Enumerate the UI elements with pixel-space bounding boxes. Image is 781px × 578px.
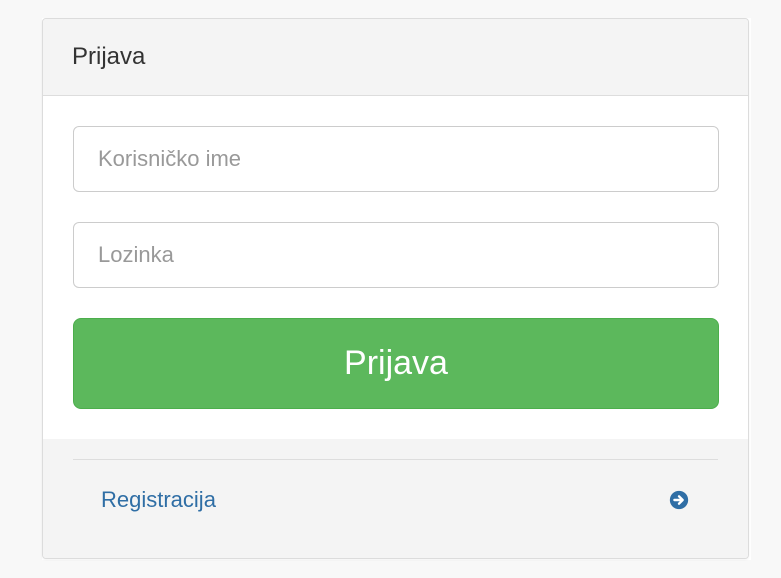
arrow-right-circle-icon[interactable]: [668, 489, 690, 511]
bottom-background-strip: [0, 560, 781, 578]
login-form: Prijava: [43, 96, 748, 439]
register-row: Registracija: [73, 484, 718, 516]
panel-title: Prijava: [72, 43, 146, 70]
login-button[interactable]: Prijava: [73, 318, 719, 409]
login-panel: Prijava Prijava Registracija: [42, 18, 749, 559]
password-input[interactable]: [73, 222, 719, 288]
panel-footer: Registracija: [43, 439, 748, 558]
right-background-strip: [751, 0, 781, 578]
username-input[interactable]: [73, 126, 719, 192]
left-background-strip: [0, 0, 42, 578]
panel-heading: Prijava: [43, 19, 748, 96]
register-link[interactable]: Registracija: [101, 487, 216, 513]
footer-divider: [73, 459, 718, 460]
top-background-strip: [0, 0, 781, 18]
page: Prijava Prijava Registracija: [0, 0, 781, 578]
